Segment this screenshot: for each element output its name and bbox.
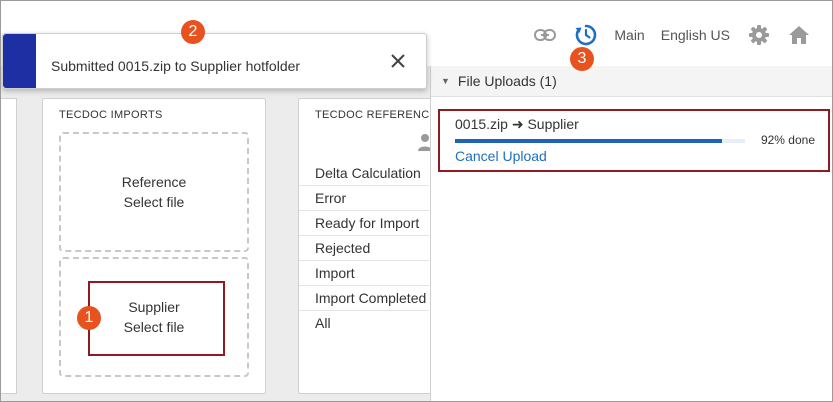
status-item-import-completed[interactable]: Import Completed <box>299 286 429 311</box>
home-icon[interactable] <box>788 24 810 46</box>
history-icon[interactable] <box>574 23 598 47</box>
callout-badge-2: 2 <box>181 20 205 44</box>
upload-progress-fill <box>455 139 722 143</box>
status-item-import[interactable]: Import <box>299 261 429 286</box>
left-panel-edge <box>1 98 17 394</box>
imports-panel: TECDOC IMPORTS Reference Select file Sup… <box>42 98 266 394</box>
chevron-down-icon: ▼ <box>441 76 450 86</box>
status-item-ready-for-import[interactable]: Ready for Import <box>299 211 429 236</box>
status-item-all[interactable]: All <box>299 311 429 336</box>
upload-file-name: 0015.zip ➜ Supplier <box>455 116 579 132</box>
gear-icon[interactable] <box>748 24 770 46</box>
language-selector[interactable]: English US <box>661 27 730 43</box>
callout-badge-1: 1 <box>77 306 101 330</box>
status-item-error[interactable]: Error <box>299 186 429 211</box>
callout-badge-3: 3 <box>570 47 594 71</box>
toast-accent-bar <box>3 34 36 88</box>
reference-panel-title: TECDOC REFERENC <box>315 109 430 121</box>
upload-item: 0015.zip ➜ Supplier 92% done Cancel Uplo… <box>447 111 827 171</box>
close-icon[interactable] <box>388 51 408 71</box>
upload-progress-text: 92% done <box>760 133 815 147</box>
top-nav: Main English US <box>534 21 810 49</box>
reference-dropzone-title: Reference <box>121 174 187 190</box>
main-nav-link[interactable]: Main <box>614 27 644 43</box>
cancel-upload-link[interactable]: Cancel Upload <box>455 148 547 164</box>
upload-toast: Submitted 0015.zip to Supplier hotfolder <box>2 33 427 89</box>
status-item-delta-calculation[interactable]: Delta Calculation <box>299 161 429 186</box>
toast-message: Submitted 0015.zip to Supplier hotfolder <box>51 58 301 74</box>
reference-panel: TECDOC REFERENC Delta Calculation Error … <box>298 98 438 394</box>
supplier-dropzone-title: Supplier <box>128 299 180 315</box>
file-uploads-header[interactable]: ▼ File Uploads (1) <box>431 66 832 97</box>
upload-progress-bar <box>455 139 745 143</box>
status-item-rejected[interactable]: Rejected <box>299 236 429 261</box>
supplier-select-file[interactable]: Select file <box>124 317 185 337</box>
reference-select-file[interactable]: Select file <box>124 192 185 212</box>
link-icon[interactable] <box>534 24 557 46</box>
status-list: Delta Calculation Error Ready for Import… <box>299 161 429 336</box>
file-uploads-panel: ▼ File Uploads (1) 0015.zip ➜ Supplier 9… <box>430 66 832 401</box>
file-uploads-title: File Uploads (1) <box>457 73 557 89</box>
imports-panel-title: TECDOC IMPORTS <box>59 109 163 121</box>
reference-dropzone[interactable]: Reference Select file <box>59 132 249 252</box>
